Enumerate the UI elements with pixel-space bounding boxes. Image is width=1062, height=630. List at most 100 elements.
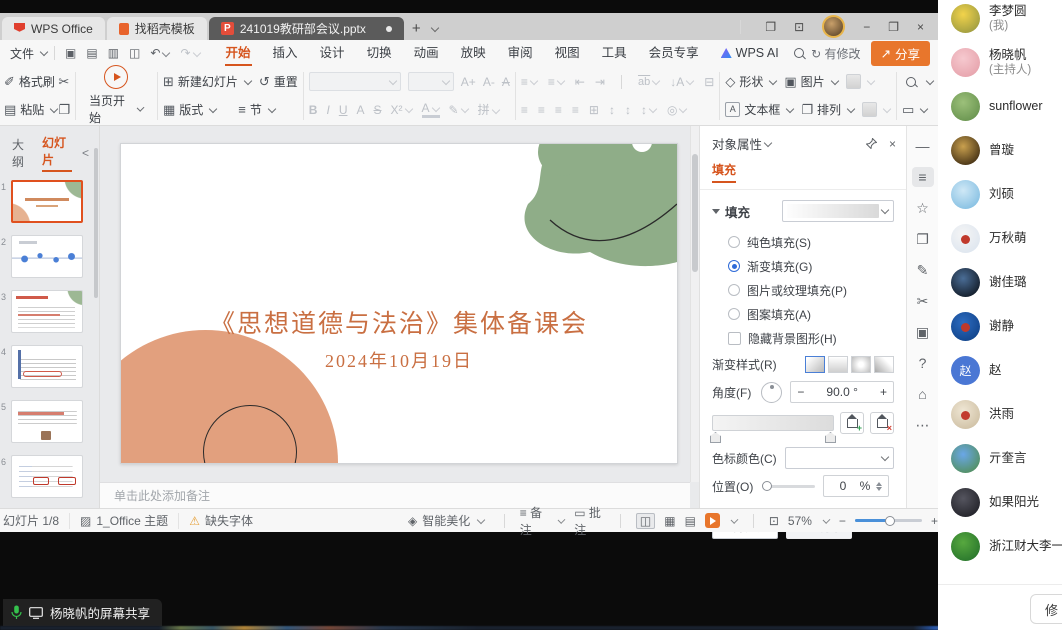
clear-format-button[interactable]: A (502, 75, 510, 89)
menu-会员专享[interactable]: 会员专享 (638, 40, 710, 66)
line-spacing-up-button[interactable]: ↕ (609, 103, 615, 117)
underline-button[interactable]: U (339, 103, 348, 117)
gradient-stops-bar[interactable] (712, 415, 834, 431)
fill-preset-select[interactable] (782, 200, 894, 222)
new-slide-button[interactable]: ⊞新建幻灯片 (163, 73, 252, 90)
gradient-stop-left[interactable] (710, 432, 721, 443)
font-size-select[interactable] (408, 72, 454, 91)
redo-icon[interactable]: ↷ (180, 46, 200, 60)
outline-color-button[interactable] (862, 102, 891, 117)
stop-color-select[interactable] (785, 447, 894, 469)
undo-icon[interactable]: ↶ (150, 46, 170, 60)
reading-view-button[interactable]: ▤ (685, 514, 696, 528)
minimize-button[interactable]: − (863, 20, 870, 34)
align-right-button[interactable]: ≡ (555, 103, 562, 117)
fill-option[interactable]: 纯色填充(S) (712, 230, 894, 254)
menu-插入[interactable]: 插入 (262, 40, 309, 66)
participant-row[interactable]: 刘硕 (938, 172, 1062, 216)
pin-icon[interactable] (866, 138, 877, 149)
find-button[interactable] (902, 77, 934, 87)
text-direction-button[interactable]: ab (638, 76, 660, 88)
play-from-current-button[interactable]: 当页开始 (81, 65, 152, 126)
new-tab-button[interactable]: + (412, 20, 421, 37)
text-align-vertical-button[interactable]: ◎ (667, 103, 687, 117)
theme-indicator[interactable]: ▨1_Office 主题 (70, 513, 179, 529)
participant-row[interactable]: 万秋萌 (938, 216, 1062, 260)
gradient-style-4[interactable] (874, 356, 894, 373)
grow-font-button[interactable]: A+ (461, 75, 476, 89)
menu-工具[interactable]: 工具 (591, 40, 638, 66)
fill-tab[interactable]: 填充 (712, 161, 736, 183)
restore-button[interactable]: ❐ (888, 20, 899, 34)
print-preview-icon[interactable]: ◫ (129, 46, 140, 60)
sidebar-action-button[interactable]: 修 (1030, 594, 1062, 624)
delete-stop-button[interactable]: × (870, 412, 894, 434)
select-button[interactable]: ▭ (902, 102, 928, 118)
menu-设计[interactable]: 设计 (309, 40, 356, 66)
slide-date[interactable]: 2024年10月19日 (121, 347, 677, 373)
angle-spinbox[interactable]: − 90.0 ° + (790, 381, 894, 403)
angle-knob[interactable] (761, 382, 782, 403)
gradient-stop-right[interactable] (825, 432, 836, 443)
font-color-button[interactable]: A (422, 101, 440, 118)
designer-icon[interactable]: ⌂ (912, 384, 934, 404)
tab-outline[interactable]: 大纲 (12, 136, 32, 170)
collapse-ribbon-icon[interactable]: — (912, 136, 934, 156)
integration-box-icon[interactable]: ⊡ (794, 20, 804, 34)
shapes-button[interactable]: ◇形状 (725, 73, 777, 90)
participant-row[interactable]: 曾璇 (938, 128, 1062, 172)
copy-button[interactable]: ❐ (58, 102, 70, 118)
account-avatar[interactable] (822, 15, 845, 38)
fill-color-button[interactable] (846, 74, 875, 89)
search-icon[interactable] (794, 48, 804, 58)
slide-thumbnail[interactable] (11, 235, 83, 278)
zoom-in-button[interactable]: + (931, 514, 938, 528)
missing-font-warning[interactable]: ⚠缺失字体 (179, 513, 263, 529)
participant-row[interactable]: 洪雨 (938, 392, 1062, 436)
menu-切换[interactable]: 切换 (356, 40, 403, 66)
menu-审阅[interactable]: 审阅 (497, 40, 544, 66)
section-button[interactable]: ≡节 (238, 101, 276, 118)
strike-button[interactable]: S (374, 103, 382, 117)
arrange-button[interactable]: ❐排列 (801, 101, 855, 118)
slide-thumbnail[interactable] (11, 455, 83, 498)
panel-scrollbar[interactable] (94, 148, 98, 298)
tab-list-chevron-icon[interactable] (430, 23, 438, 31)
tab-slides[interactable]: 幻灯片 (42, 134, 72, 172)
fill-option[interactable]: 渐变填充(G) (712, 254, 894, 278)
position-spinbox[interactable]: 0 % (823, 475, 889, 497)
gradient-style-2[interactable] (828, 356, 848, 373)
file-menu[interactable]: 文件 (10, 45, 48, 62)
participant-row[interactable]: 谢佳璐 (938, 260, 1062, 304)
superscript-button[interactable]: X² (391, 103, 413, 117)
bold-button[interactable]: B (309, 103, 318, 117)
reset-button[interactable]: ↺重置 (259, 73, 298, 90)
gradient-style-1[interactable] (805, 356, 825, 373)
paste-button[interactable]: ▤粘贴 (4, 101, 58, 118)
beautify-button[interactable]: 智能美化 (422, 512, 470, 529)
picture-button[interactable]: ▣图片 (784, 73, 838, 90)
format-painter-button[interactable]: ✐格式刷 (4, 73, 55, 90)
angle-minus-button[interactable]: − (797, 385, 804, 399)
position-spinner-icon[interactable] (876, 482, 882, 491)
sync-status[interactable]: ↻ 有修改 (811, 45, 860, 62)
distribute-button[interactable]: ⊞ (589, 103, 599, 117)
align-left-button[interactable]: ≡ (521, 103, 528, 117)
shrink-font-button[interactable]: A- (483, 75, 495, 89)
participant-row[interactable]: 赵赵 (938, 348, 1062, 392)
menu-WPS AI[interactable]: WPS AI (710, 40, 790, 66)
zoom-level[interactable]: 57% (788, 514, 812, 528)
window-tab[interactable]: 找稻壳模板 (107, 17, 207, 40)
menu-开始[interactable]: 开始 (215, 40, 262, 66)
screen-share-indicator[interactable]: 杨晓帆的屏幕共享 (3, 599, 162, 626)
radio-icon[interactable] (728, 284, 740, 296)
slide-thumbnail[interactable] (11, 400, 83, 443)
fill-option[interactable]: 图片或纹理填充(P) (712, 278, 894, 302)
smart-edit-icon[interactable]: ✎ (912, 260, 934, 280)
fill-option[interactable]: 图案填充(A) (712, 302, 894, 326)
window-tab[interactable]: P241019教研部会议.pptx (209, 17, 404, 40)
menu-视图[interactable]: 视图 (544, 40, 591, 66)
help-icon[interactable]: ? (912, 353, 934, 373)
slide-sorter-button[interactable]: ▦ (664, 514, 675, 528)
numbering-button[interactable]: ≡ (548, 75, 565, 89)
